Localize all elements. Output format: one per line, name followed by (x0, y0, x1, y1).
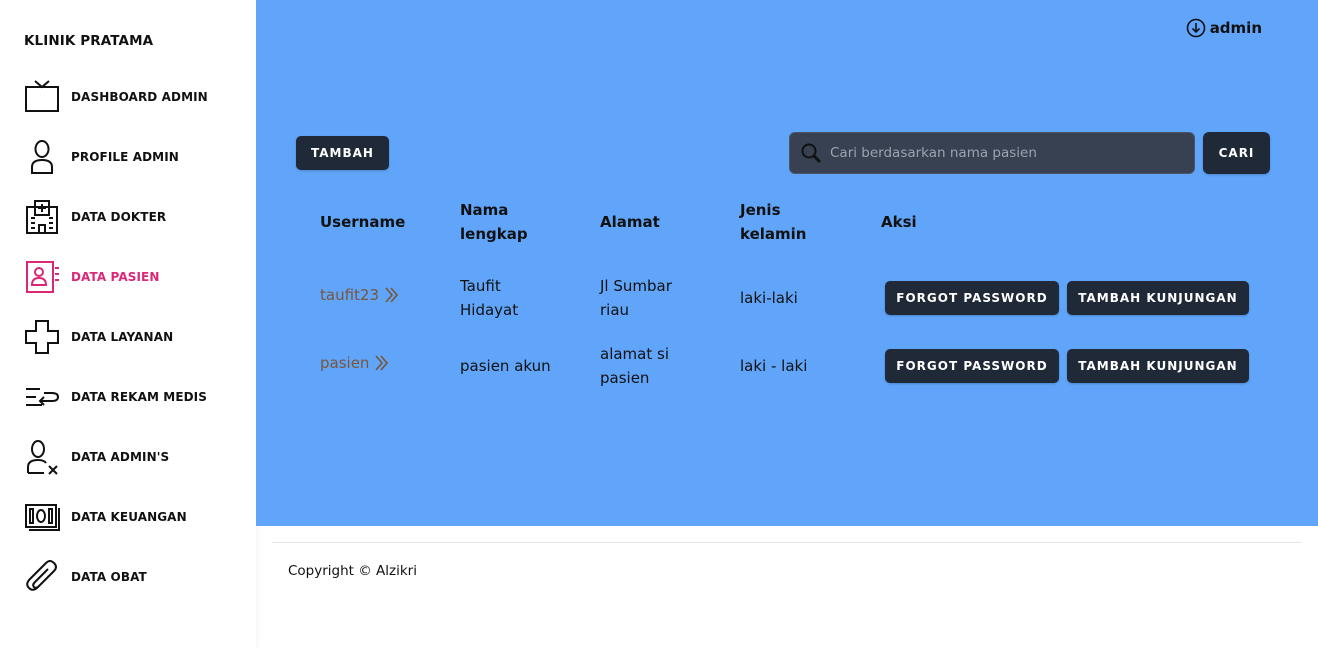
sidebar-item-data-admins[interactable]: DATA ADMIN'S (0, 427, 256, 487)
sidebar-item-label: DATA ADMIN'S (71, 450, 170, 464)
cell-nama: pasien akun (460, 357, 551, 375)
sidebar-item-data-pasien[interactable]: DATA PASIEN (0, 247, 256, 307)
search-input[interactable] (828, 144, 1172, 162)
user-name: admin (1209, 19, 1262, 37)
chevron-right-icon (385, 287, 399, 303)
sidebar: KLINIK PRATAMA DASHBOARD ADMIN PROFILE A… (0, 0, 256, 649)
cell-nama: Taufit Hidayat (460, 274, 518, 322)
paperclip-icon (24, 559, 60, 595)
hospital-icon (24, 199, 60, 235)
cell-jenis-kelamin: laki - laki (740, 357, 808, 375)
cell-line: pasien (600, 369, 650, 387)
sidebar-item-label: DATA DOKTER (71, 210, 167, 224)
username-link[interactable]: pasien (320, 354, 390, 372)
user-remove-icon (24, 439, 60, 475)
sidebar-nav: DASHBOARD ADMIN PROFILE ADMIN DATA DOKTE… (0, 67, 256, 607)
chevron-right-icon (375, 355, 389, 371)
sidebar-item-label: DATA OBAT (71, 570, 147, 584)
plus-cross-icon (24, 319, 60, 355)
forgot-password-button[interactable]: FORGOT PASSWORD (885, 281, 1059, 315)
cell-line: Taufit (460, 277, 501, 295)
main-content: admin TAMBAH CARI Username Nama lengkap … (256, 0, 1318, 526)
column-header-line: kelamin (740, 225, 807, 243)
column-header-jenis-kelamin: Jenis kelamin (740, 198, 806, 246)
column-header-nama: Nama lengkap (460, 198, 528, 246)
cell-line: riau (600, 301, 630, 319)
column-header-alamat: Alamat (600, 213, 660, 231)
footer-divider (272, 542, 1302, 543)
cell-jenis-kelamin: laki-laki (740, 289, 798, 307)
column-header-line: Jenis (740, 201, 781, 219)
tv-icon (24, 79, 60, 115)
username-link[interactable]: taufit23 (320, 286, 400, 304)
user-menu[interactable]: admin (1186, 18, 1262, 38)
sidebar-item-profile-admin[interactable]: PROFILE ADMIN (0, 127, 256, 187)
sidebar-item-label: PROFILE ADMIN (71, 150, 179, 164)
sidebar-item-label: DASHBOARD ADMIN (71, 90, 208, 104)
column-header-aksi: Aksi (881, 213, 917, 231)
username-text: pasien (320, 354, 370, 372)
sidebar-item-label: DATA PASIEN (71, 270, 160, 284)
search-box (789, 132, 1195, 174)
records-icon (24, 379, 60, 415)
sidebar-item-data-obat[interactable]: DATA OBAT (0, 547, 256, 607)
sidebar-item-label: DATA REKAM MEDIS (71, 390, 207, 404)
sidebar-item-label: DATA KEUANGAN (71, 510, 187, 524)
sidebar-item-dashboard-admin[interactable]: DASHBOARD ADMIN (0, 67, 256, 127)
arrow-down-circle-icon (1186, 18, 1205, 38)
search-button[interactable]: CARI (1203, 132, 1270, 174)
sidebar-item-data-keuangan[interactable]: DATA KEUANGAN (0, 487, 256, 547)
sidebar-item-data-dokter[interactable]: DATA DOKTER (0, 187, 256, 247)
add-visit-button[interactable]: TAMBAH KUNJUNGAN (1067, 281, 1249, 315)
brand-title: KLINIK PRATAMA (24, 33, 154, 49)
column-header-line: Nama (460, 201, 509, 219)
column-header-line: lengkap (460, 225, 528, 243)
username-text: taufit23 (320, 286, 379, 304)
column-header-username: Username (320, 213, 406, 231)
cell-line: Hidayat (460, 301, 519, 319)
cell-alamat: alamat si pasien (600, 342, 669, 390)
patient-card-icon (24, 259, 60, 295)
footer-copyright: Copyright © Alzikri (288, 563, 417, 579)
add-patient-button[interactable]: TAMBAH (296, 136, 389, 170)
user-icon (24, 139, 60, 175)
sidebar-item-data-rekam-medis[interactable]: DATA REKAM MEDIS (0, 367, 256, 427)
add-visit-button[interactable]: TAMBAH KUNJUNGAN (1067, 349, 1249, 383)
sidebar-item-data-layanan[interactable]: DATA LAYANAN (0, 307, 256, 367)
cell-line: Jl Sumbar (600, 277, 672, 295)
cell-alamat: Jl Sumbar riau (600, 274, 672, 322)
forgot-password-button[interactable]: FORGOT PASSWORD (885, 349, 1059, 383)
search-icon (801, 143, 822, 164)
sidebar-item-label: DATA LAYANAN (71, 330, 174, 344)
cell-line: alamat si (600, 345, 669, 363)
money-icon (24, 499, 60, 535)
